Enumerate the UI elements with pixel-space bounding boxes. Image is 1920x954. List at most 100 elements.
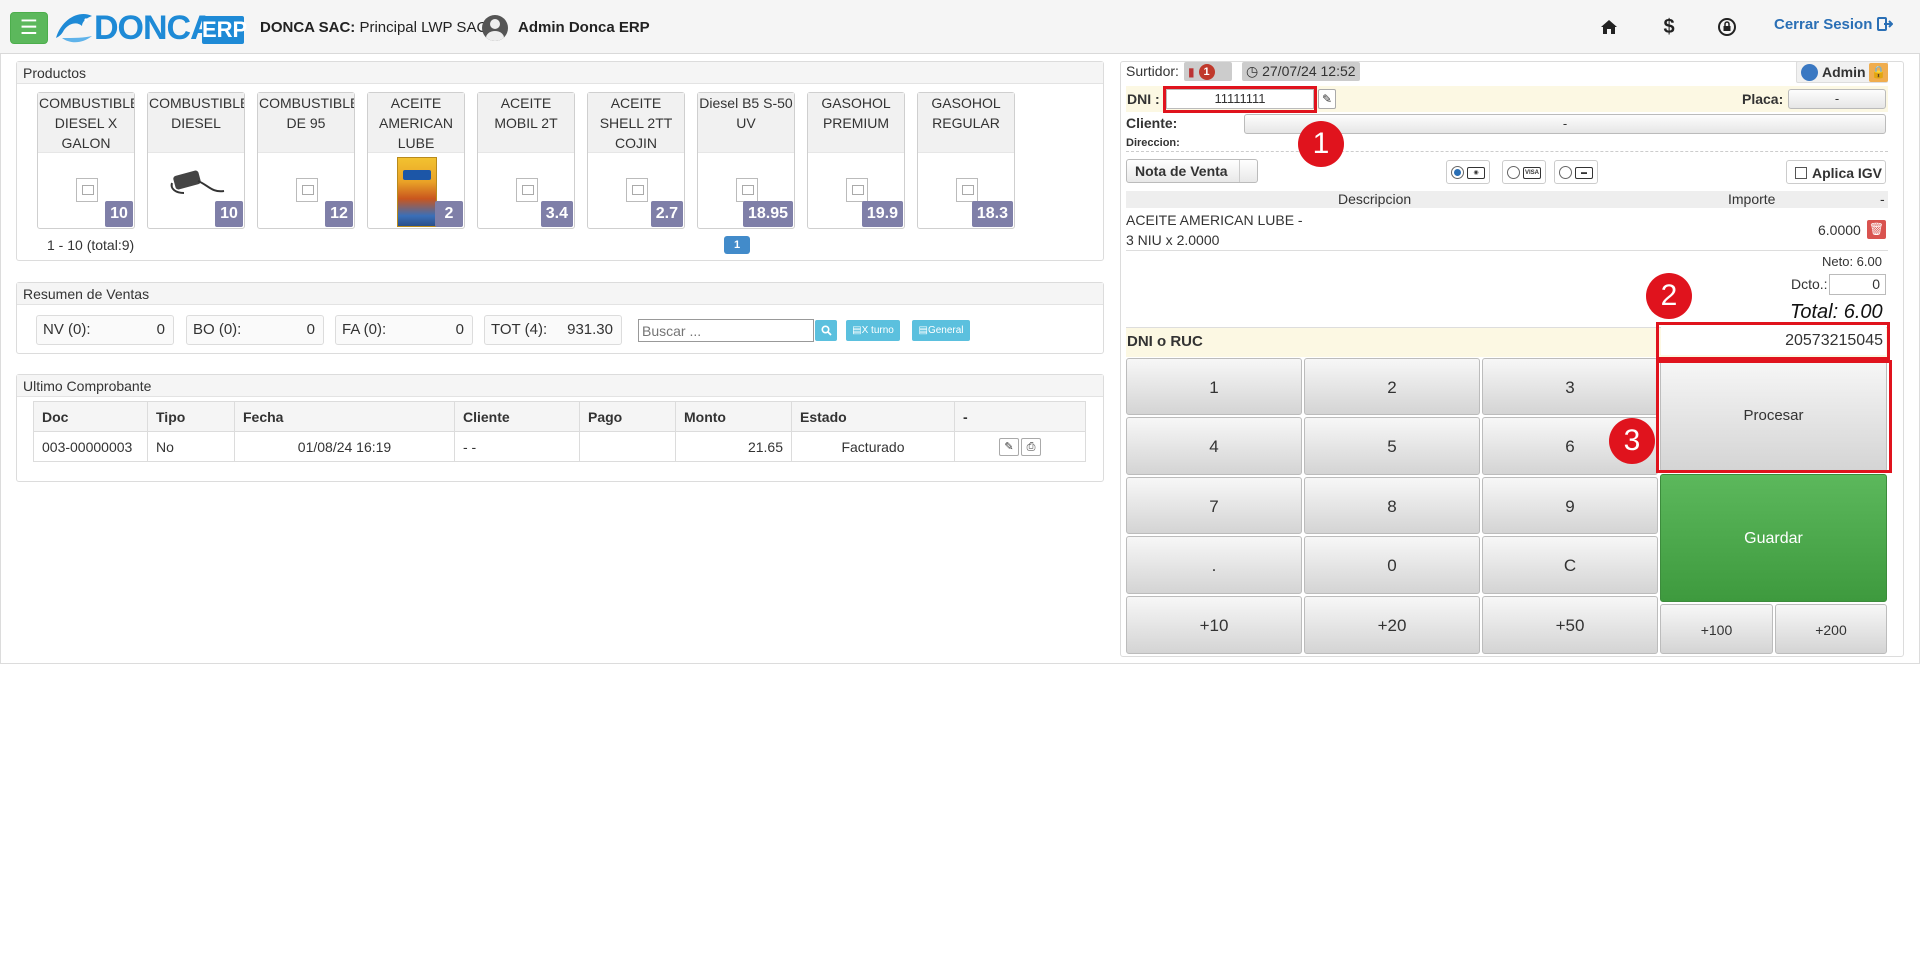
edit-icon[interactable]: ✎ bbox=[999, 437, 1019, 456]
stat-fa-value: 0 bbox=[455, 321, 464, 338]
fuel-pump-icon: ▮ bbox=[1188, 65, 1195, 79]
pay-cash-radio[interactable]: ◉ bbox=[1446, 160, 1490, 184]
doc-type-label: Nota de Venta bbox=[1135, 163, 1228, 179]
lock-refresh-icon[interactable] bbox=[1714, 14, 1740, 40]
col-tipo: Tipo bbox=[147, 401, 235, 432]
search-input[interactable] bbox=[638, 319, 814, 342]
product-card[interactable]: COMBUSTIBLE DE 95 12 bbox=[257, 92, 355, 229]
dcto-input[interactable]: 0 bbox=[1829, 274, 1886, 295]
doc-type-select[interactable]: Nota de Venta bbox=[1126, 159, 1258, 183]
key-plus-200[interactable]: +200 bbox=[1775, 604, 1887, 654]
key-clear[interactable]: C bbox=[1482, 536, 1658, 594]
user-avatar-icon[interactable] bbox=[482, 15, 508, 41]
table-row[interactable]: 003-00000003 No 01/08/24 16:19 - - 21.65… bbox=[33, 431, 1086, 462]
key-plus-50[interactable]: +50 bbox=[1482, 596, 1658, 654]
filter-general-button[interactable]: ▤General bbox=[912, 320, 970, 341]
credit-card-icon: ▬ bbox=[1575, 167, 1593, 179]
product-price-badge: 18.3 bbox=[971, 201, 1013, 227]
placa-field[interactable]: - bbox=[1788, 89, 1886, 109]
product-card[interactable]: GASOHOL PREMIUM 19.9 bbox=[807, 92, 905, 229]
product-price-badge: 2 bbox=[435, 201, 463, 227]
product-name: GASOHOL PREMIUM bbox=[808, 93, 904, 153]
company-branch: Principal LWP SAC | bbox=[359, 19, 496, 36]
product-price-badge: 12 bbox=[325, 201, 353, 227]
product-card[interactable]: Diesel B5 S-50 UV 18.95 bbox=[697, 92, 795, 229]
cell-cliente: - - bbox=[454, 431, 580, 462]
key-2[interactable]: 2 bbox=[1304, 358, 1480, 415]
radio-selected bbox=[1451, 166, 1464, 179]
dni-label: DNI : bbox=[1127, 91, 1160, 107]
pay-visa-radio[interactable]: VISA bbox=[1502, 160, 1546, 184]
col-fecha: Fecha bbox=[234, 401, 455, 432]
cell-estado: Facturado bbox=[791, 431, 955, 462]
stat-nv-value: 0 bbox=[156, 321, 165, 338]
product-price-badge: 10 bbox=[215, 201, 243, 227]
stat-bo-label: BO (0): bbox=[193, 321, 242, 338]
radio-unselected bbox=[1559, 166, 1572, 179]
item-description-line2: 3 NIU x 2.0000 bbox=[1126, 232, 1220, 248]
products-panel-title: Productos bbox=[17, 62, 1103, 84]
dollar-icon[interactable]: $ bbox=[1656, 14, 1682, 40]
home-icon[interactable] bbox=[1596, 14, 1622, 40]
product-card[interactable]: COMBUSTIBLE DIESEL X GALON 10 bbox=[37, 92, 135, 229]
trash-icon[interactable]: 🗑 bbox=[1867, 220, 1886, 239]
filter-turno-button[interactable]: ▤X turno bbox=[846, 320, 900, 341]
key-decimal[interactable]: . bbox=[1126, 536, 1302, 594]
search-button[interactable] bbox=[815, 320, 837, 341]
product-card[interactable]: COMBUSTIBLE DIESEL 10 bbox=[147, 92, 245, 229]
product-card[interactable]: GASOHOL REGULAR 18.3 bbox=[917, 92, 1015, 229]
pay-card-radio[interactable]: ▬ bbox=[1554, 160, 1598, 184]
cell-doc: 003-00000003 bbox=[33, 431, 148, 462]
key-7[interactable]: 7 bbox=[1126, 477, 1302, 534]
key-plus-20[interactable]: +20 bbox=[1304, 596, 1480, 654]
divider bbox=[1126, 151, 1888, 152]
product-card[interactable]: ACEITE SHELL 2TT COJIN 2.7 bbox=[587, 92, 685, 229]
image-placeholder-icon bbox=[516, 178, 538, 202]
guardar-button[interactable]: Guardar bbox=[1660, 474, 1887, 602]
key-plus-10[interactable]: +10 bbox=[1126, 596, 1302, 654]
brand-logo[interactable]: DONCA ERP bbox=[52, 6, 247, 48]
chevron-down-icon bbox=[1239, 160, 1257, 182]
user-name[interactable]: Admin Donca ERP bbox=[518, 19, 650, 36]
company-label: DONCA SAC: bbox=[260, 19, 356, 36]
product-card[interactable]: ACEITE AMERICAN LUBE 2 bbox=[367, 92, 465, 229]
placa-label: Placa: bbox=[1742, 91, 1784, 107]
product-name: GASOHOL REGULAR bbox=[918, 93, 1014, 153]
col-cliente: Cliente bbox=[454, 401, 580, 432]
product-card[interactable]: ACEITE MOBIL 2T 3.4 bbox=[477, 92, 575, 229]
key-4[interactable]: 4 bbox=[1126, 417, 1302, 475]
annotation-marker-3: 3 bbox=[1609, 418, 1655, 464]
print-icon[interactable]: ⎙ bbox=[1021, 437, 1041, 456]
page-button-1[interactable]: 1 bbox=[724, 236, 750, 254]
igv-checkbox[interactable]: Aplica IGV bbox=[1786, 160, 1886, 184]
filter-turno-label: X turno bbox=[861, 325, 894, 336]
cell-monto: 21.65 bbox=[675, 431, 792, 462]
filter-general-label: General bbox=[927, 325, 964, 336]
key-5[interactable]: 5 bbox=[1304, 417, 1480, 475]
hamburger-menu-button[interactable]: ☰ bbox=[10, 12, 48, 44]
stat-nv: NV (0): 0 bbox=[36, 315, 174, 345]
admin-badge[interactable]: Admin 🔒 bbox=[1796, 61, 1888, 83]
col-dash: - bbox=[1880, 191, 1885, 207]
key-8[interactable]: 8 bbox=[1304, 477, 1480, 534]
product-name: COMBUSTIBLE DIESEL bbox=[148, 93, 244, 153]
logout-link[interactable]: Cerrar Sesion bbox=[1774, 16, 1893, 33]
key-plus-100[interactable]: +100 bbox=[1660, 604, 1773, 654]
eraser-icon[interactable]: ✎ bbox=[1318, 89, 1336, 109]
image-placeholder-icon bbox=[956, 178, 978, 202]
cell-pago bbox=[579, 431, 676, 462]
key-0[interactable]: 0 bbox=[1304, 536, 1480, 594]
col-monto: Monto bbox=[675, 401, 792, 432]
annotation-box-procesar bbox=[1656, 360, 1892, 473]
lock-icon[interactable]: 🔒 bbox=[1869, 63, 1888, 82]
annotation-box-dni bbox=[1163, 86, 1317, 113]
visa-card-icon: VISA bbox=[1523, 167, 1541, 179]
key-1[interactable]: 1 bbox=[1126, 358, 1302, 415]
product-price-badge: 18.95 bbox=[742, 201, 793, 227]
key-9[interactable]: 9 bbox=[1482, 477, 1658, 534]
items-header: Descripcion Importe - bbox=[1126, 191, 1888, 208]
surtidor-badge[interactable]: ▮ 1 bbox=[1184, 62, 1232, 81]
key-3[interactable]: 3 bbox=[1482, 358, 1658, 415]
stat-nv-label: NV (0): bbox=[43, 321, 91, 338]
dcto-label: Dcto.: bbox=[1791, 276, 1828, 292]
